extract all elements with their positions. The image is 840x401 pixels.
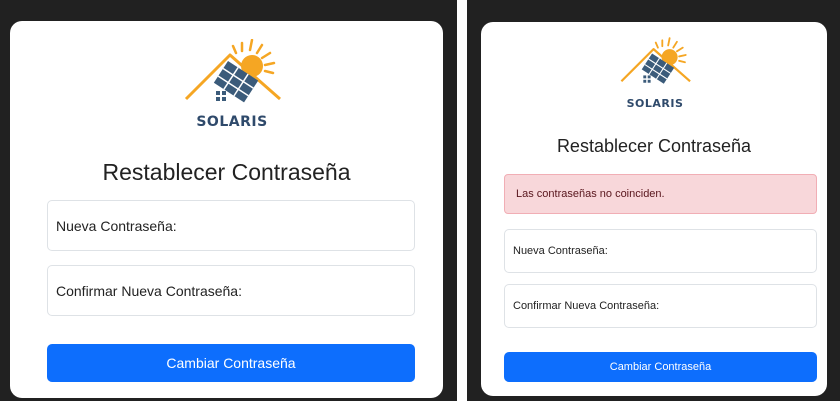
- house-solar-icon: [620, 37, 691, 84]
- password-mismatch-alert: Las contraseñas no coinciden.: [504, 174, 817, 214]
- new-password-field[interactable]: [504, 229, 817, 273]
- confirm-password-field[interactable]: [504, 284, 817, 328]
- page-title: Restablecer Contraseña: [556, 136, 752, 156]
- solaris-logo: SOLARIS: [180, 39, 284, 135]
- confirm-password-field[interactable]: [47, 265, 415, 316]
- change-password-button[interactable]: Cambiar Contraseña: [47, 344, 415, 382]
- confirm-password-input[interactable]: [513, 300, 816, 312]
- brand-name: SOLARIS: [196, 114, 268, 130]
- page-title: Restablecer Contraseña: [102, 159, 351, 185]
- new-password-input[interactable]: [513, 245, 816, 257]
- right-screen: SOLARIS Restablecer Contraseña Las contr…: [467, 0, 840, 401]
- new-password-field[interactable]: [47, 200, 415, 251]
- alert-message: Las contraseñas no coinciden.: [516, 188, 665, 200]
- confirm-password-input[interactable]: [56, 282, 414, 299]
- reset-password-card: SOLARIS Restablecer Contraseña Cambiar C…: [10, 21, 443, 398]
- house-solar-icon: [184, 39, 281, 103]
- reset-password-card-error: SOLARIS Restablecer Contraseña Las contr…: [481, 22, 827, 396]
- brand-name: SOLARIS: [626, 97, 684, 110]
- change-password-button[interactable]: Cambiar Contraseña: [504, 352, 817, 382]
- solaris-logo: SOLARIS: [617, 36, 693, 118]
- left-screen: SOLARIS Restablecer Contraseña Cambiar C…: [0, 0, 457, 401]
- new-password-input[interactable]: [56, 217, 414, 234]
